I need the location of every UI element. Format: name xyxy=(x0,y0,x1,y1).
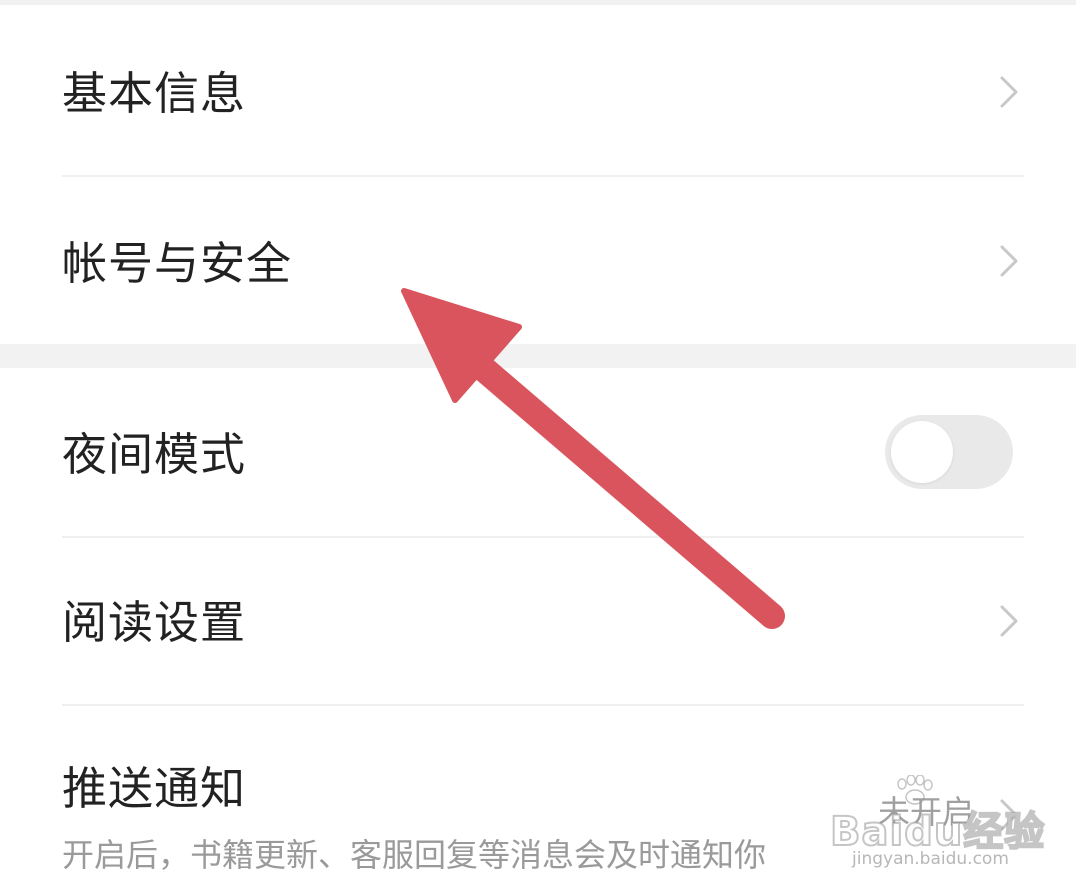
chevron-right-icon xyxy=(1000,605,1018,637)
settings-item-label: 基本信息 xyxy=(62,67,247,120)
toggle-knob xyxy=(891,421,953,483)
chevron-right-icon xyxy=(1000,76,1018,108)
settings-item-label: 推送通知 xyxy=(62,762,247,815)
settings-item-reading-settings[interactable]: 阅读设置 xyxy=(0,538,1076,704)
settings-item-label: 帐号与安全 xyxy=(62,237,293,290)
push-description: 开启后，书籍更新、客服回复等消息会及时通知你 xyxy=(62,836,767,874)
chevron-right-icon xyxy=(1000,245,1018,277)
settings-item-basic-info[interactable]: 基本信息 xyxy=(0,5,1076,175)
push-status-text: 未开启 xyxy=(878,793,975,831)
settings-item-label: 阅读设置 xyxy=(62,596,247,649)
settings-item-account-security[interactable]: 帐号与安全 xyxy=(0,177,1076,344)
night-mode-toggle[interactable] xyxy=(885,415,1013,489)
chevron-right-icon xyxy=(1000,799,1018,831)
section-gap xyxy=(0,344,1076,368)
settings-item-label: 夜间模式 xyxy=(62,428,247,481)
